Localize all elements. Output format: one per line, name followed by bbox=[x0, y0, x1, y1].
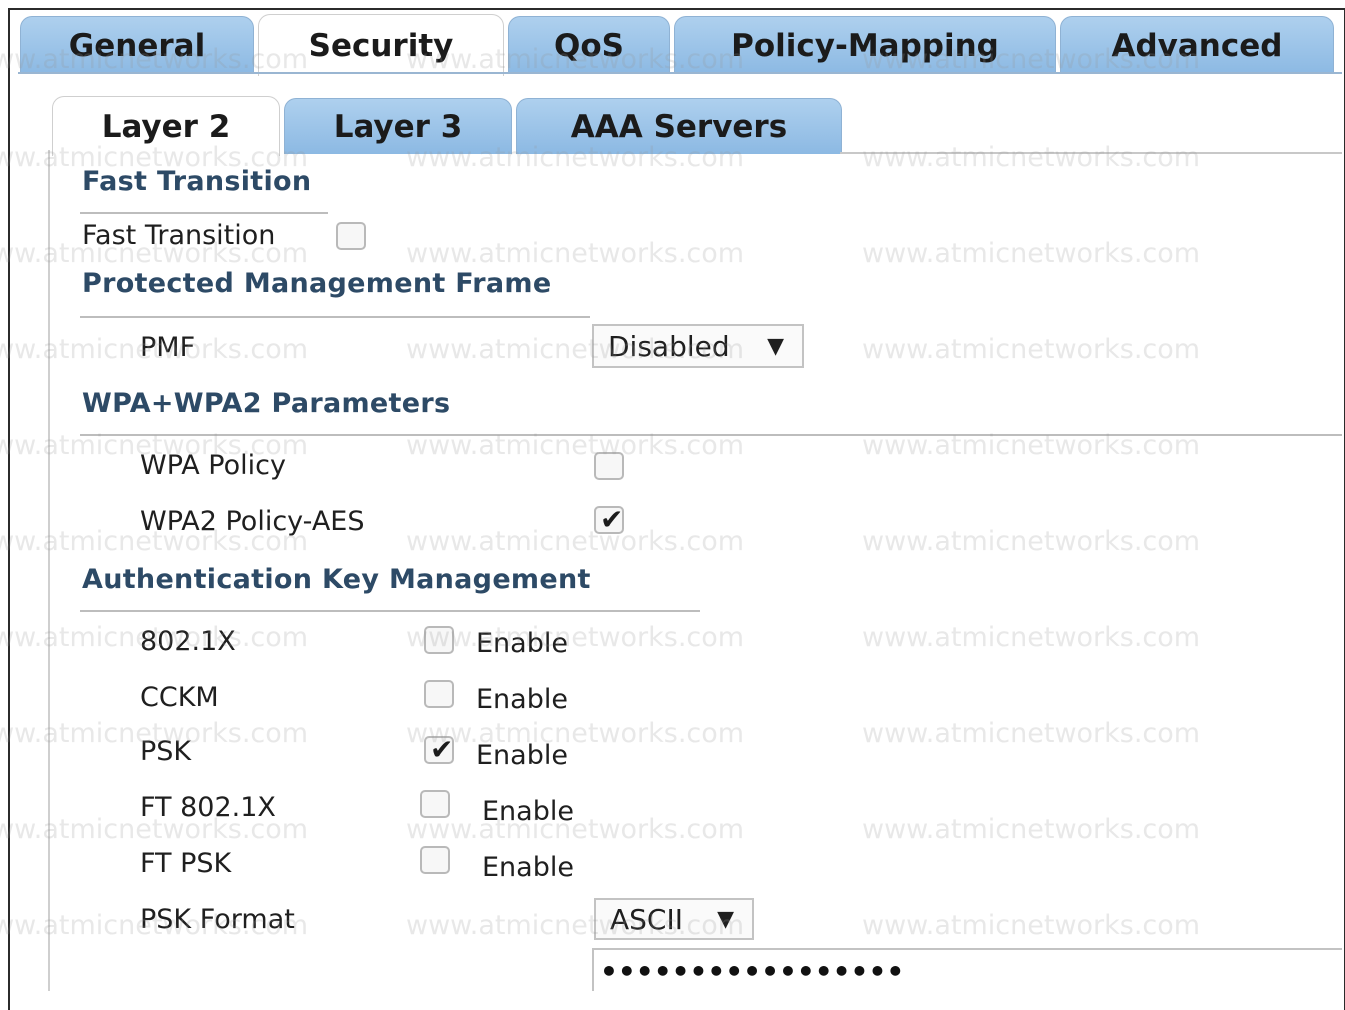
tab-security[interactable]: Security bbox=[258, 14, 504, 76]
fast-transition-heading: Fast Transition bbox=[82, 166, 312, 197]
panel-left-border bbox=[48, 150, 50, 991]
tab-security-label: Security bbox=[308, 27, 454, 64]
subtab-layer3-label: Layer 3 bbox=[333, 108, 463, 145]
wpa-rule bbox=[80, 434, 1342, 436]
psk-password-input[interactable]: ••••••••••••••••• bbox=[592, 948, 1342, 991]
tab-qos-label: QoS bbox=[554, 27, 624, 64]
tab-qos[interactable]: QoS bbox=[508, 16, 670, 74]
akm-psk-enable-text: Enable bbox=[476, 740, 568, 771]
wpa2-policy-aes-checkbox[interactable]: ✔ bbox=[594, 506, 624, 534]
akm-ft-8021x-checkbox[interactable] bbox=[420, 790, 450, 818]
tab-advanced-label: Advanced bbox=[1111, 27, 1283, 64]
subtab-aaa-servers[interactable]: AAA Servers bbox=[516, 98, 842, 154]
wpa2-policy-aes-label: WPA2 Policy-AES bbox=[140, 506, 365, 537]
tab-bar-divider bbox=[18, 72, 1342, 74]
akm-cckm-label: CCKM bbox=[140, 682, 219, 713]
fast-transition-label: Fast Transition bbox=[82, 220, 276, 251]
akm-ft-8021x-label: FT 802.1X bbox=[140, 792, 276, 823]
akm-ft-psk-checkbox[interactable] bbox=[420, 846, 450, 874]
akm-ft-psk-enable-text: Enable bbox=[482, 852, 574, 883]
dropdown-arrow-icon: ▼ bbox=[717, 906, 734, 932]
subtab-layer2[interactable]: Layer 2 bbox=[52, 96, 280, 156]
pmf-rule bbox=[80, 316, 590, 318]
akm-ft-psk-label: FT PSK bbox=[140, 848, 232, 879]
wpa-policy-checkbox[interactable] bbox=[594, 452, 624, 480]
akm-psk-label: PSK bbox=[140, 736, 192, 767]
wpa-policy-label: WPA Policy bbox=[140, 450, 286, 481]
psk-format-value: ASCII bbox=[610, 902, 683, 936]
subtab-layer3[interactable]: Layer 3 bbox=[284, 98, 512, 154]
akm-8021x-checkbox[interactable] bbox=[424, 626, 454, 654]
subtab-aaa-servers-label: AAA Servers bbox=[570, 108, 788, 145]
akm-cckm-checkbox[interactable] bbox=[424, 680, 454, 708]
akm-cckm-enable-text: Enable bbox=[476, 684, 568, 715]
akm-8021x-enable-text: Enable bbox=[476, 628, 568, 659]
tab-policy-mapping-label: Policy-Mapping bbox=[731, 27, 999, 64]
tab-advanced[interactable]: Advanced bbox=[1060, 16, 1334, 74]
pmf-select[interactable]: Disabled ▼ bbox=[592, 324, 804, 368]
akm-8021x-label: 802.1X bbox=[140, 626, 236, 657]
tab-policy-mapping[interactable]: Policy-Mapping bbox=[674, 16, 1056, 74]
wpa-heading: WPA+WPA2 Parameters bbox=[82, 388, 451, 419]
pmf-label: PMF bbox=[140, 332, 196, 363]
tab-general[interactable]: General bbox=[20, 16, 254, 74]
subtab-layer2-label: Layer 2 bbox=[101, 108, 231, 145]
psk-format-label: PSK Format bbox=[140, 904, 295, 935]
subtab-divider bbox=[840, 152, 1342, 154]
fast-transition-rule bbox=[80, 212, 328, 214]
pmf-select-value: Disabled bbox=[608, 329, 730, 363]
tab-general-label: General bbox=[68, 27, 206, 64]
fast-transition-checkbox[interactable] bbox=[336, 222, 366, 250]
akm-heading: Authentication Key Management bbox=[82, 564, 591, 595]
akm-rule bbox=[80, 610, 700, 612]
pmf-heading: Protected Management Frame bbox=[82, 268, 552, 299]
psk-format-select[interactable]: ASCII ▼ bbox=[594, 898, 754, 940]
checkmark-icon: ✔ bbox=[600, 503, 624, 536]
dropdown-arrow-icon: ▼ bbox=[767, 333, 784, 359]
akm-psk-checkbox[interactable]: ✔ bbox=[424, 736, 454, 764]
akm-ft-8021x-enable-text: Enable bbox=[482, 796, 574, 827]
checkmark-icon: ✔ bbox=[430, 733, 454, 766]
